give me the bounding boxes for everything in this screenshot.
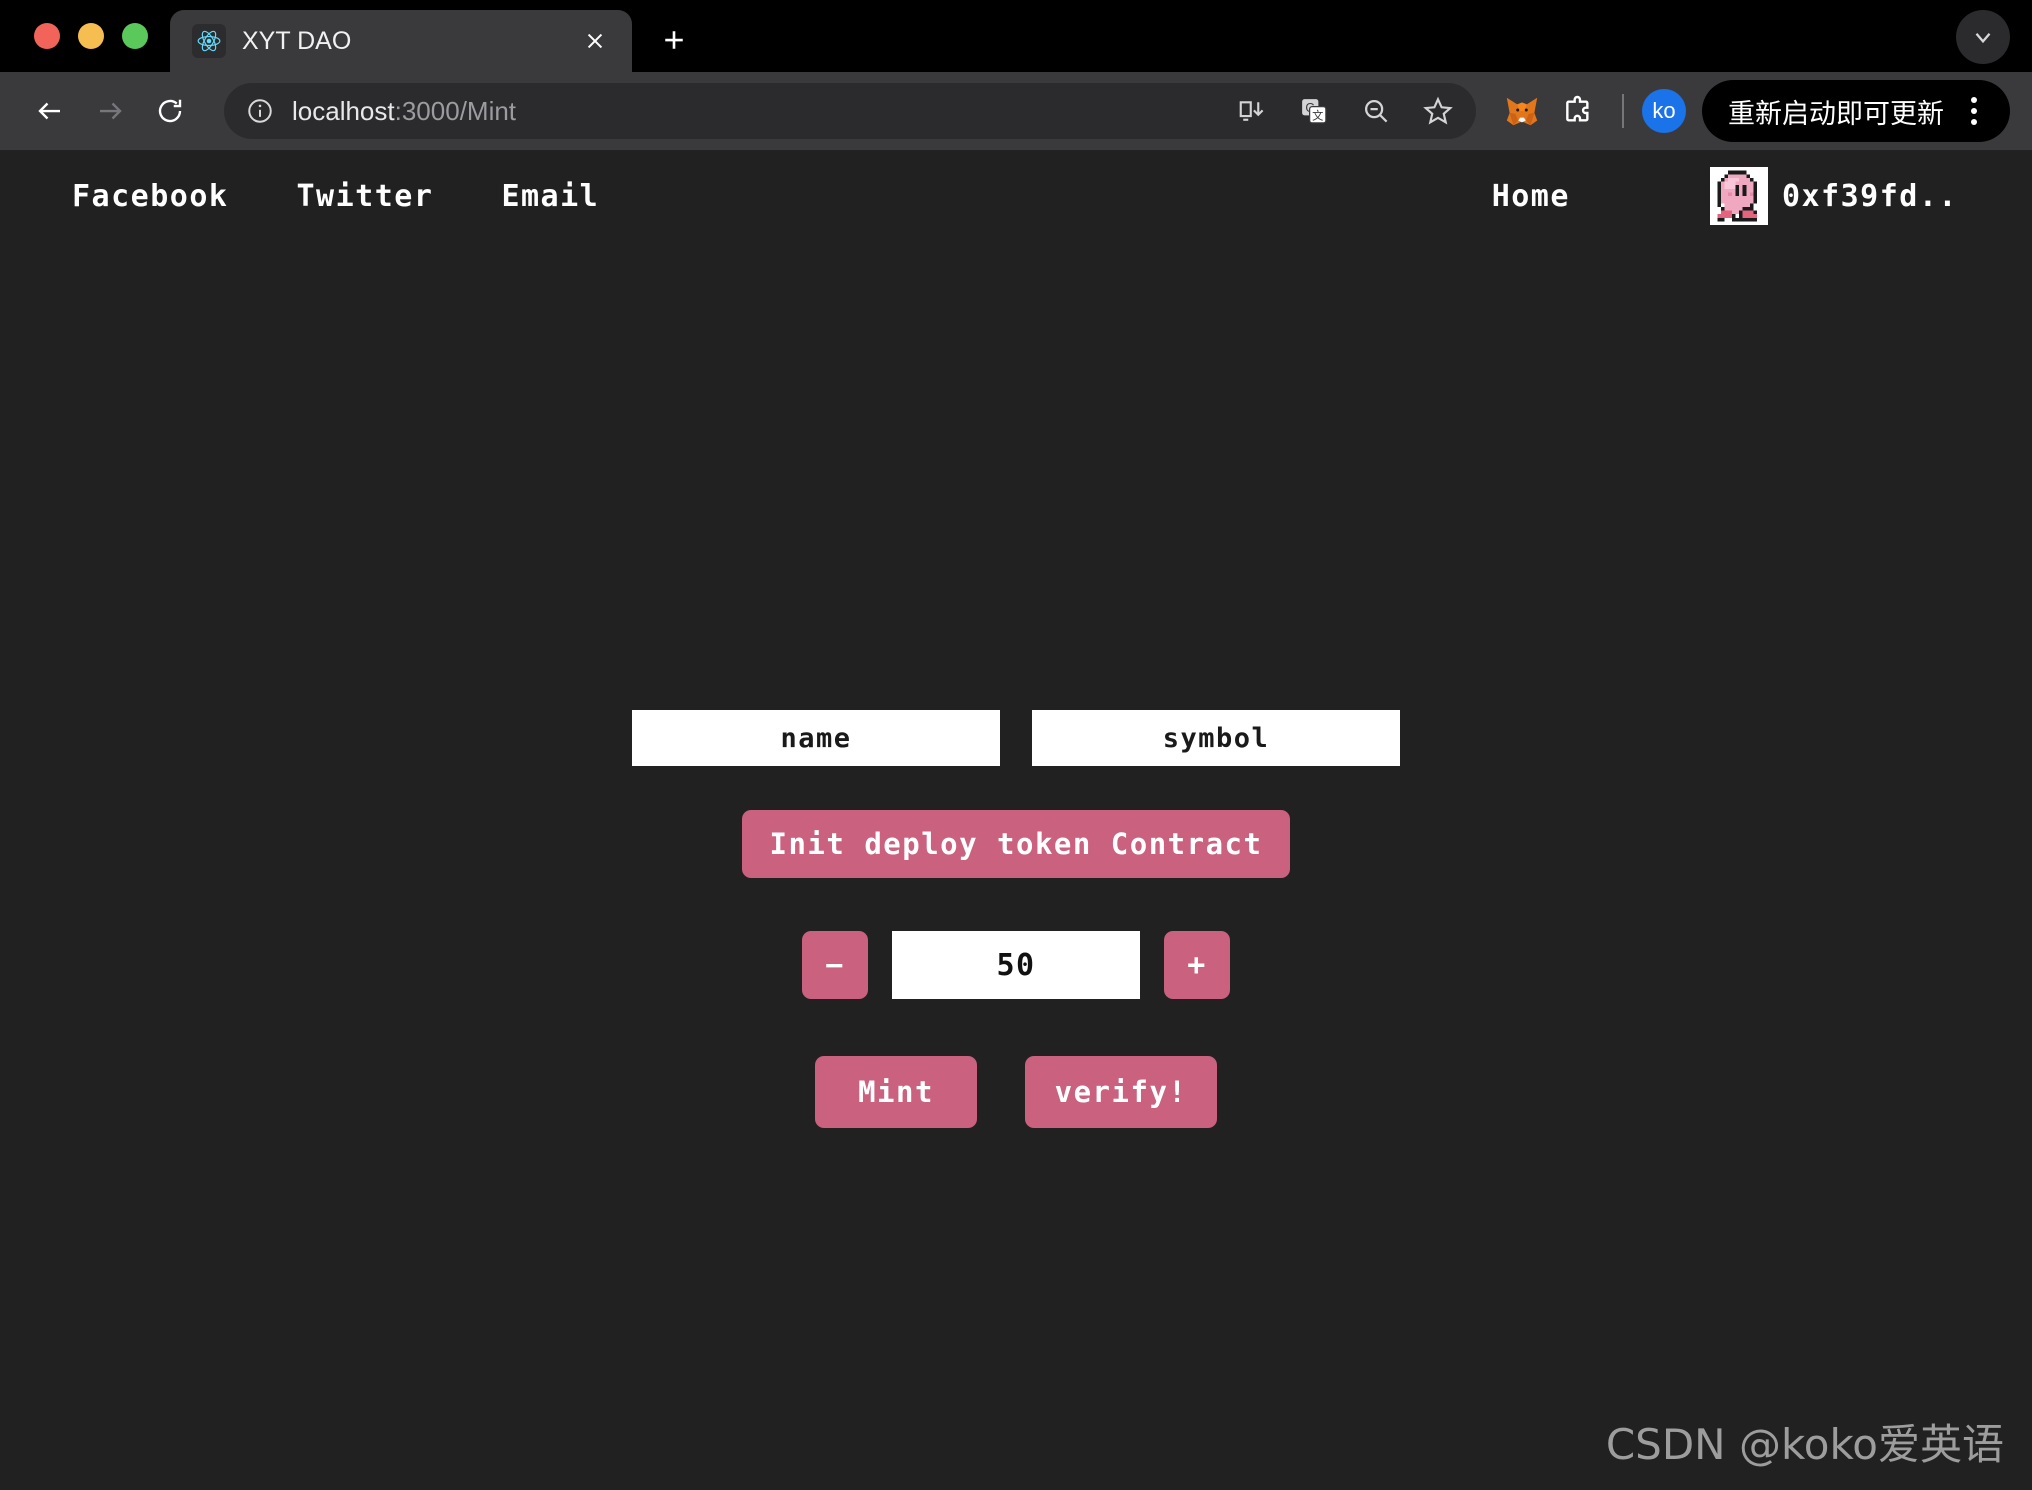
tab-strip: XYT DAO [0,0,2032,72]
site-header: Facebook Twitter Email Home [0,150,2032,242]
page-viewport: Facebook Twitter Email Home [0,150,2032,1490]
react-logo-icon [192,24,226,58]
chevron-down-icon[interactable] [1956,10,2010,64]
kirby-avatar-icon [1710,167,1768,225]
restart-to-update-button[interactable]: 重新启动即可更新 [1702,80,2010,142]
nav-link-home[interactable]: Home [1492,179,1570,214]
verify-button[interactable]: verify! [1025,1056,1217,1128]
toolbar-divider [1622,94,1624,128]
site-nav-right: Home [1492,167,1958,225]
token-name-input[interactable] [632,710,1000,766]
decrement-button[interactable]: − [802,931,868,999]
extensions-puzzle-icon[interactable] [1552,85,1604,137]
bookmark-star-icon[interactable] [1414,87,1462,135]
init-deploy-token-contract-button[interactable]: Init deploy token Contract [742,810,1291,878]
three-dot-menu-icon[interactable] [1952,89,1996,133]
restart-to-update-label: 重新启动即可更新 [1728,92,1944,131]
nav-link-twitter[interactable]: Twitter [297,169,434,224]
browser-tab-xyt-dao[interactable]: XYT DAO [170,10,632,72]
amount-input[interactable] [892,931,1140,999]
mint-actions-row: Mint verify! [815,1056,1217,1128]
address-bar-url: localhost:3000/Mint [292,96,1214,127]
browser-toolbar: localhost:3000/Mint G 文 [0,72,2032,150]
mint-panel: Init deploy token Contract − + Mint veri… [0,710,2032,1128]
profile-avatar[interactable]: ko [1642,89,1686,133]
install-app-icon[interactable] [1228,87,1276,135]
back-arrow-icon[interactable] [22,83,78,139]
svg-text:文: 文 [1312,108,1323,122]
metamask-fox-icon[interactable] [1496,85,1548,137]
amount-stepper: − + [802,931,1230,999]
url-host: localhost [292,96,395,126]
window-traffic-lights [24,0,170,72]
google-translate-icon[interactable]: G 文 [1290,87,1338,135]
window-close-button[interactable] [34,23,60,49]
nav-link-email[interactable]: Email [501,169,599,224]
mint-button[interactable]: Mint [815,1056,977,1128]
reload-icon[interactable] [142,83,198,139]
wallet-address: 0xf39fd.. [1782,179,1958,214]
increment-button[interactable]: + [1164,931,1230,999]
social-nav: Facebook Twitter Email [72,169,667,224]
nav-link-facebook[interactable]: Facebook [72,169,229,224]
csdn-watermark: CSDN @koko爱英语 [1606,1411,2004,1472]
url-path: :3000/Mint [395,96,516,126]
close-icon[interactable] [578,24,612,58]
token-symbol-input[interactable] [1032,710,1400,766]
token-metadata-row [632,710,1400,766]
window-maximize-button[interactable] [122,23,148,49]
info-circle-icon[interactable] [242,93,278,129]
wallet-chip[interactable]: 0xf39fd.. [1710,167,1958,225]
browser-tab-title: XYT DAO [242,27,562,56]
zoom-out-icon[interactable] [1352,87,1400,135]
new-tab-button[interactable] [646,12,702,68]
address-bar[interactable]: localhost:3000/Mint G 文 [224,83,1476,139]
forward-arrow-icon[interactable] [82,83,138,139]
window-minimize-button[interactable] [78,23,104,49]
browser-window: XYT DAO [0,0,2032,1490]
